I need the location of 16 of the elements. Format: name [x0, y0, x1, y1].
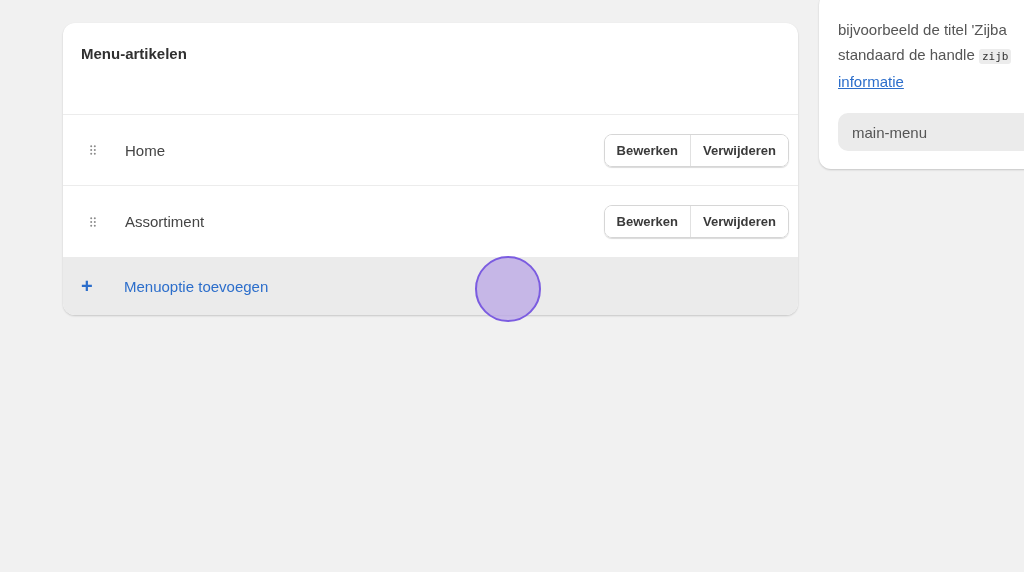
delete-button[interactable]: Verwijderen [690, 206, 788, 237]
menu-item-label: Assortiment [125, 213, 206, 230]
drag-handle-icon[interactable] [90, 216, 96, 227]
menu-item-label: Home [125, 141, 166, 159]
add-menu-item-row[interactable]: + Menuoptie toevoegen [63, 257, 798, 315]
handle-field[interactable]: main-menu [838, 113, 1024, 151]
drag-handle-icon[interactable] [90, 145, 96, 155]
edit-button[interactable]: Bewerken [604, 206, 690, 237]
add-menu-item-link[interactable]: Menuoptie toevoegen [124, 277, 269, 295]
help-text: bijvoorbeeld de titel 'Zijba [838, 20, 1008, 40]
edit-button[interactable]: Bewerken [604, 134, 690, 166]
info-link[interactable]: informatie [838, 73, 904, 90]
plus-icon: + [81, 274, 124, 298]
card-title: Menu-artikelen [81, 45, 188, 62]
delete-button[interactable]: Verwijderen [690, 134, 788, 166]
help-text: standaard de handle zijb [838, 42, 1024, 69]
